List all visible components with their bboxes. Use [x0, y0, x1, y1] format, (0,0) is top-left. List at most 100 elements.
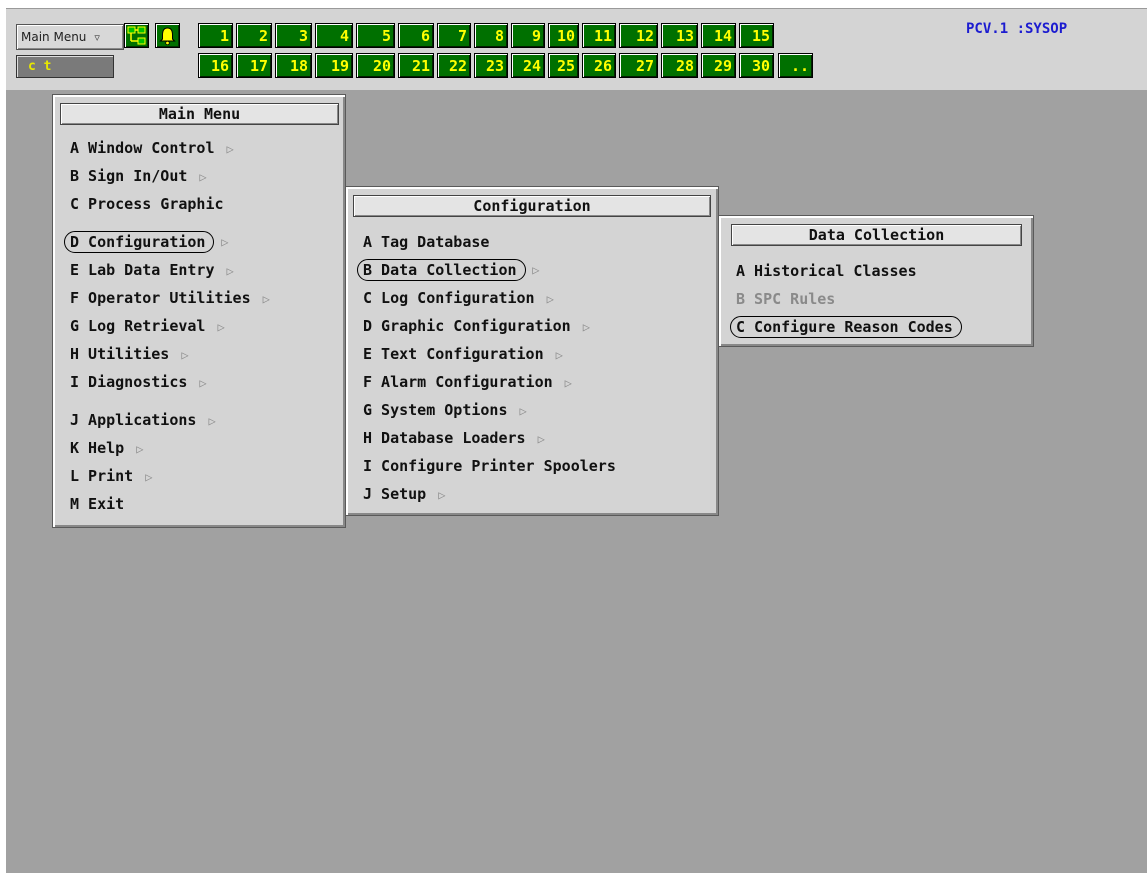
window-button-6[interactable]: 6: [398, 23, 434, 48]
window-button-13[interactable]: 13: [661, 23, 698, 48]
window-button-10[interactable]: 10: [548, 23, 579, 48]
menu-item-graphic-configuration[interactable]: D Graphic Configuration ▷: [363, 315, 590, 337]
window-button-20[interactable]: 20: [356, 53, 395, 78]
menu-item-help[interactable]: K Help ▷: [70, 437, 143, 459]
menu-item-label: I Diagnostics: [70, 373, 188, 391]
window-button-28[interactable]: 28: [661, 53, 698, 78]
menu-item-tag-database[interactable]: A Tag Database: [363, 231, 489, 253]
bell-icon: [159, 27, 176, 45]
window-button-22[interactable]: 22: [437, 53, 471, 78]
submenu-arrow-icon: ▷: [438, 488, 446, 502]
menu-item-label: I Configure Printer Spoolers: [363, 457, 616, 475]
menu-item-configure-printer-spoolers[interactable]: I Configure Printer Spoolers: [363, 455, 616, 477]
window-button-29[interactable]: 29: [701, 53, 736, 78]
window-button-14[interactable]: 14: [701, 23, 736, 48]
window-button-26[interactable]: 26: [582, 53, 616, 78]
menu-item-utilities[interactable]: H Utilities ▷: [70, 343, 189, 365]
window-button-7[interactable]: 7: [437, 23, 471, 48]
menu-item-database-loaders[interactable]: H Database Loaders ▷: [363, 427, 545, 449]
submenu-arrow-icon: ▷: [226, 142, 234, 156]
window-button-30[interactable]: 30: [739, 53, 774, 78]
main-menu-button[interactable]: Main Menu ▿: [16, 24, 124, 50]
submenu-arrow-icon: ▷: [546, 292, 554, 306]
menu-item-label: G Log Retrieval: [70, 317, 206, 335]
submenu-arrow-icon: ▷: [537, 432, 545, 446]
menu-item-log-retrieval[interactable]: G Log Retrieval ▷: [70, 315, 225, 337]
main-menu-popup: Main Menu A Window Control ▷ B Sign In/Out…: [52, 94, 346, 528]
dropdown-arrow-icon: ▿: [94, 30, 100, 44]
menu-item-window-control[interactable]: A Window Control ▷: [70, 137, 234, 159]
menu-item-label: C Log Configuration: [363, 289, 535, 307]
menu-item-label: F Alarm Configuration: [363, 373, 553, 391]
menu-item-system-options[interactable]: G System Options ▷: [363, 399, 527, 421]
menu-item-label: J Setup: [363, 485, 427, 503]
menu-item-text-configuration[interactable]: E Text Configuration ▷: [363, 343, 563, 365]
menu-item-label: H Database Loaders: [363, 429, 526, 447]
window-button-12[interactable]: 12: [619, 23, 658, 48]
submenu-arrow-icon: ▷: [519, 404, 527, 418]
menu-item-label: G System Options: [363, 401, 508, 419]
window-button-27[interactable]: 27: [619, 53, 658, 78]
menu-item-label: L Print: [70, 467, 134, 485]
menu-item-diagnostics[interactable]: I Diagnostics ▷: [70, 371, 207, 393]
menu-item-label: C Configure Reason Codes: [736, 318, 953, 336]
window-button-25[interactable]: 25: [548, 53, 579, 78]
submenu-arrow-icon: ▷: [555, 348, 563, 362]
main-menu-button-label: Main Menu: [21, 30, 87, 44]
menu-item-spc-rules: B SPC Rules: [736, 288, 835, 310]
window-button-9[interactable]: 9: [511, 23, 545, 48]
data-collection-menu-title: Data Collection: [731, 224, 1022, 246]
submenu-arrow-icon: ▷: [136, 442, 144, 456]
menu-item-historical-classes[interactable]: A Historical Classes: [736, 260, 917, 282]
menu-item-label: A Tag Database: [363, 233, 490, 251]
window-button-21[interactable]: 21: [398, 53, 434, 78]
command-line-field[interactable]: c t: [16, 55, 114, 78]
window-button-18[interactable]: 18: [275, 53, 312, 78]
menu-item-sign-in-out[interactable]: B Sign In/Out ▷: [70, 165, 207, 187]
submenu-arrow-icon: ▷: [262, 292, 270, 306]
menu-item-lab-data-entry[interactable]: E Lab Data Entry ▷: [70, 259, 234, 281]
submenu-arrow-icon: ▷: [564, 376, 572, 390]
window-button-4[interactable]: 4: [315, 23, 353, 48]
submenu-arrow-icon: ▷: [221, 235, 229, 249]
submenu-arrow-icon: ▷: [532, 263, 540, 277]
network-icon-button[interactable]: [124, 23, 149, 48]
submenu-arrow-icon: ▷: [199, 376, 207, 390]
menu-item-label: D Graphic Configuration: [363, 317, 571, 335]
menu-item-applications[interactable]: J Applications ▷: [70, 409, 216, 431]
window-button-19[interactable]: 19: [315, 53, 353, 78]
window-button-more[interactable]: ..: [778, 53, 813, 78]
alarm-bell-button[interactable]: [155, 23, 180, 48]
window-button-3[interactable]: 3: [275, 23, 312, 48]
data-collection-menu-popup: Data Collection A Historical Classes B SP…: [718, 215, 1034, 347]
menu-item-label: M Exit: [70, 495, 125, 513]
window-button-2[interactable]: 2: [236, 23, 272, 48]
window-button-24[interactable]: 24: [511, 53, 545, 78]
menu-item-operator-utilities[interactable]: F Operator Utilities ▷: [70, 287, 270, 309]
window-button-8[interactable]: 8: [474, 23, 508, 48]
menu-item-label: E Text Configuration: [363, 345, 544, 363]
menu-item-setup[interactable]: J Setup ▷: [363, 483, 445, 505]
menu-item-print[interactable]: L Print ▷: [70, 465, 152, 487]
window-button-23[interactable]: 23: [474, 53, 508, 78]
window-button-5[interactable]: 5: [356, 23, 395, 48]
window-button-15[interactable]: 15: [739, 23, 774, 48]
menu-item-process-graphic[interactable]: C Process Graphic: [70, 193, 224, 215]
menu-item-exit[interactable]: M Exit: [70, 493, 124, 515]
menu-item-label: A Historical Classes: [736, 262, 917, 280]
submenu-arrow-icon: ▷: [181, 348, 189, 362]
menu-item-label: C Process Graphic: [70, 195, 224, 213]
submenu-arrow-icon: ▷: [217, 320, 225, 334]
menu-item-alarm-configuration[interactable]: F Alarm Configuration ▷: [363, 371, 572, 393]
configuration-menu-popup: Configuration A Tag Database B Data Colle…: [345, 186, 719, 516]
menu-item-configure-reason-codes[interactable]: C Configure Reason Codes: [730, 316, 962, 338]
configuration-menu-title: Configuration: [353, 195, 711, 217]
window-button-1[interactable]: 1: [198, 23, 233, 48]
submenu-arrow-icon: ▷: [208, 414, 216, 428]
menu-item-log-configuration[interactable]: C Log Configuration ▷: [363, 287, 554, 309]
window-button-17[interactable]: 17: [236, 53, 272, 78]
menu-item-data-collection[interactable]: B Data Collection ▷: [357, 259, 540, 281]
window-button-16[interactable]: 16: [198, 53, 233, 78]
menu-item-configuration[interactable]: D Configuration ▷: [64, 231, 228, 253]
window-button-11[interactable]: 11: [582, 23, 616, 48]
